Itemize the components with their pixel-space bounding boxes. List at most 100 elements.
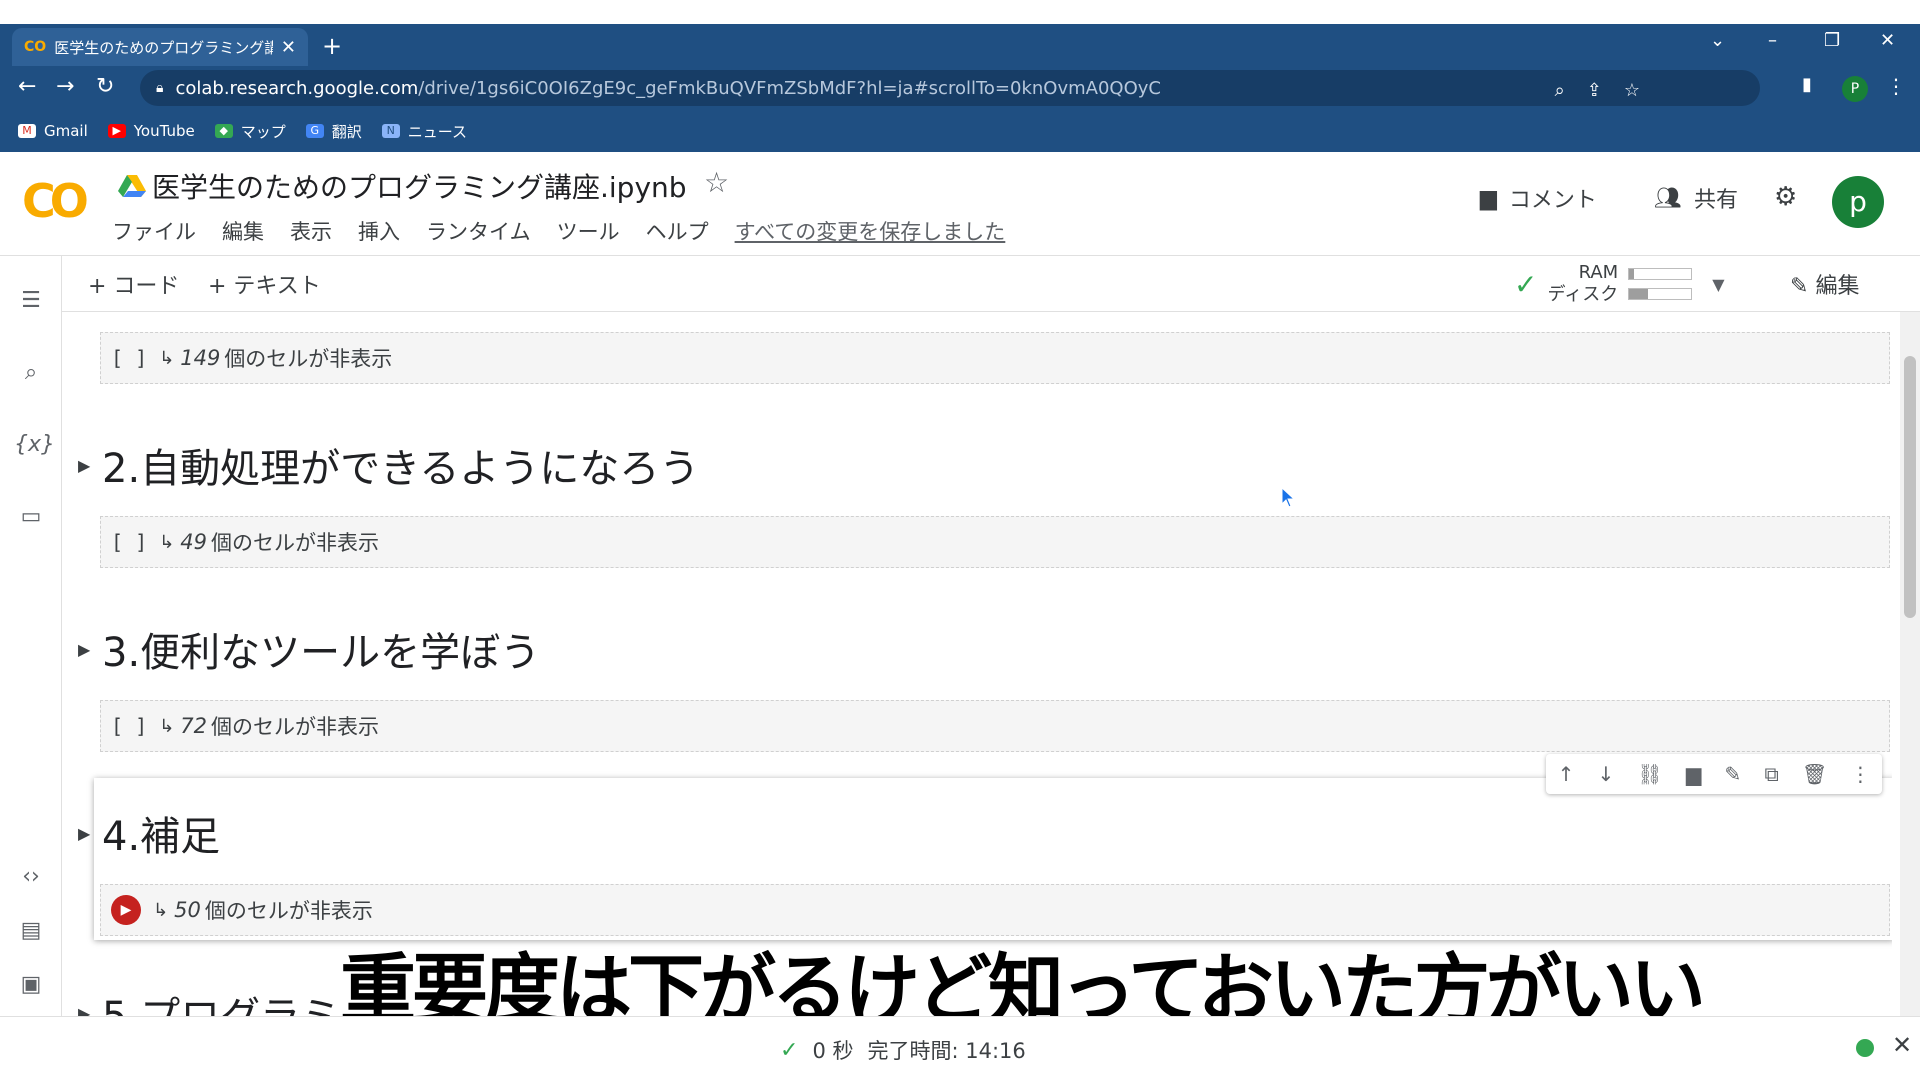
menu-help[interactable]: ヘルプ [646,216,709,246]
saved-status[interactable]: すべての変更を保存しました [735,216,1006,246]
tab-close-icon[interactable]: ✕ [281,37,296,58]
move-up-icon[interactable]: ↑ [1558,762,1575,786]
cell-bracket: [ ] [111,530,148,554]
bookmark-gmail[interactable]: M Gmail [18,122,88,140]
command-palette-icon[interactable]: ▤ [14,914,48,948]
ram-bar-fill [1629,269,1635,279]
bookmark-maps[interactable]: ◆ マップ [214,121,286,142]
tab-bar: CO 医学生のためのプログラミング講座.ip ✕ + ⌄ – ❐ ✕ [0,24,1920,66]
expand-triangle-icon[interactable]: ▶ [78,1004,102,1017]
completed-time: 完了時間: 14:16 [867,1039,1026,1063]
new-tab-icon[interactable]: + [322,32,342,60]
hidden-label: 個のセルが非表示 [210,715,379,739]
hidden-label: 個のセルが非表示 [204,899,373,923]
window-close-icon[interactable]: ✕ [1880,30,1895,51]
section-3[interactable]: ▶ 3.便利なツールを学ぼう [78,620,540,678]
move-down-icon[interactable]: ↓ [1598,762,1615,786]
url-host: colab.research.google.com [175,77,419,99]
browser-menu-icon[interactable]: ⋮ [1886,74,1906,98]
link-icon[interactable]: ⛓ [1637,762,1662,786]
section-heading: 5.プログラミ [102,984,340,1016]
browser-tab-active[interactable]: CO 医学生のためのプログラミング講座.ip ✕ [12,28,308,66]
bookmark-news[interactable]: N ニュース [381,121,467,142]
hidden-count: 149 [180,346,221,370]
disk-label: ディスク [1547,284,1619,305]
resource-labels: RAM ディスク [1547,262,1618,306]
colab-header: CO 医学生のためのプログラミング講座.ipynb ☆ ファイル 編集 表示 挿… [0,152,1920,256]
tab-search-icon[interactable]: ⌄ [1710,30,1725,51]
colab-logo[interactable]: CO [22,174,89,228]
status-close-icon[interactable]: ✕ [1892,1031,1912,1059]
bookmark-translate[interactable]: G 翻訳 [305,121,362,142]
reload-icon[interactable]: ↻ [96,74,114,99]
status-bar: ✓ 0 秒 完了時間: 14:16 ✕ [0,1016,1920,1080]
menu-tools[interactable]: ツール [557,216,620,246]
edit-mode-button[interactable]: ✎ 編集 [1790,268,1859,300]
comment-cell-icon[interactable]: ▆ [1686,762,1701,786]
delete-icon[interactable]: 🗑︎ [1802,762,1827,786]
zoom-icon[interactable]: ⌕ [1555,80,1565,101]
google-drive-icon[interactable] [118,174,146,198]
bookmark-youtube[interactable]: ▶ YouTube [107,122,195,140]
side-panel-icon[interactable]: ▮ [1802,74,1812,95]
expand-triangle-icon[interactable]: ▶ [78,640,102,659]
browser-toolbar: ← → ↻ 🔒︎ colab.research.google.com/drive… [0,66,1920,110]
section-heading: 4.補足 [102,814,221,860]
execution-status[interactable]: ✓ 0 秒 完了時間: 14:16 [780,1035,1026,1065]
cell-bracket: [ ] [111,714,148,738]
menu-edit[interactable]: 編集 [222,216,264,246]
menu-runtime[interactable]: ランタイム [426,216,531,246]
search-icon[interactable]: ⌕ [14,356,48,390]
bookmark-star-icon[interactable]: ☆ [1624,80,1640,101]
section-2[interactable]: ▶ 2.自動処理ができるようになろう [78,436,699,494]
pencil-icon: ✎ [1790,274,1809,299]
address-bar[interactable]: 🔒︎ colab.research.google.com/drive/1gs6i… [140,70,1760,106]
menu-file[interactable]: ファイル [112,216,196,246]
folder-icon[interactable]: ▭ [14,500,48,534]
url-path: /drive/1gs6iC0OI6ZgE9c_geFmkBuQVFmZSbMdF… [418,77,1161,99]
variables-icon[interactable]: {x} [14,428,55,462]
settings-gear-icon[interactable]: ⚙ [1774,182,1797,212]
more-options-icon[interactable]: ⋮ [1850,762,1870,786]
connection-status-dot[interactable] [1856,1039,1874,1057]
toc-list-icon[interactable]: ☰ [14,284,48,318]
menu-view[interactable]: 表示 [290,216,332,246]
edit-cell-icon[interactable]: ✎ [1725,762,1742,786]
menu-insert[interactable]: 挿入 [358,216,400,246]
ram-bar [1628,268,1693,280]
forward-icon[interactable]: → [56,74,74,99]
share-page-icon[interactable]: ⇪ [1587,80,1602,101]
mirror-cell-icon[interactable]: ⧉ [1764,762,1778,786]
browser-profile-avatar[interactable]: P [1842,76,1868,102]
menu-bar: ファイル 編集 表示 挿入 ランタイム ツール ヘルプ すべての変更を保存しまし… [112,216,1005,246]
resource-dropdown-icon[interactable]: ▼ [1712,275,1724,294]
hidden-cells-149[interactable]: [ ] ↳ 149 個のセルが非表示 [100,332,1890,384]
star-icon[interactable]: ☆ [704,166,729,199]
notebook-scrollbar[interactable] [1900,312,1920,1016]
resource-indicator[interactable]: ✓ RAM ディスク ▼ [1514,262,1725,306]
hidden-cells-72[interactable]: [ ] ↳ 72 個のセルが非表示 [100,700,1890,752]
section-5[interactable]: ▶ 5.プログラミ [78,984,340,1016]
hidden-cells-49[interactable]: [ ] ↳ 49 個のセルが非表示 [100,516,1890,568]
expand-triangle-icon[interactable]: ▶ [78,456,102,475]
share-button[interactable]: 👥︎ 共有 [1654,182,1738,214]
status-check-icon: ✓ [780,1037,799,1063]
section-4[interactable]: ▶ 4.補足 [78,804,220,862]
minimize-icon[interactable]: – [1768,30,1777,51]
tab-title: 医学生のためのプログラミング講座.ip [54,38,273,57]
restore-icon[interactable]: ❐ [1824,30,1840,51]
add-code-button[interactable]: + コード [88,268,179,300]
comment-button[interactable]: ▆ コメント [1480,182,1597,214]
terminal-icon[interactable]: ▣ [14,968,48,1002]
cell-bracket: [ ] [111,346,148,370]
run-cell-icon[interactable]: ▶ [111,895,141,925]
add-text-button[interactable]: + テキスト [208,268,321,300]
resource-bars [1628,268,1693,300]
expand-triangle-icon[interactable]: ▶ [78,824,102,843]
code-snippets-icon[interactable]: ‹› [14,860,48,894]
scrollbar-thumb[interactable] [1904,356,1916,618]
back-icon[interactable]: ← [18,74,36,99]
hidden-label: 個のセルが非表示 [224,347,393,371]
notebook-title[interactable]: 医学生のためのプログラミング講座.ipynb [152,166,687,206]
user-avatar[interactable]: p [1832,176,1884,228]
